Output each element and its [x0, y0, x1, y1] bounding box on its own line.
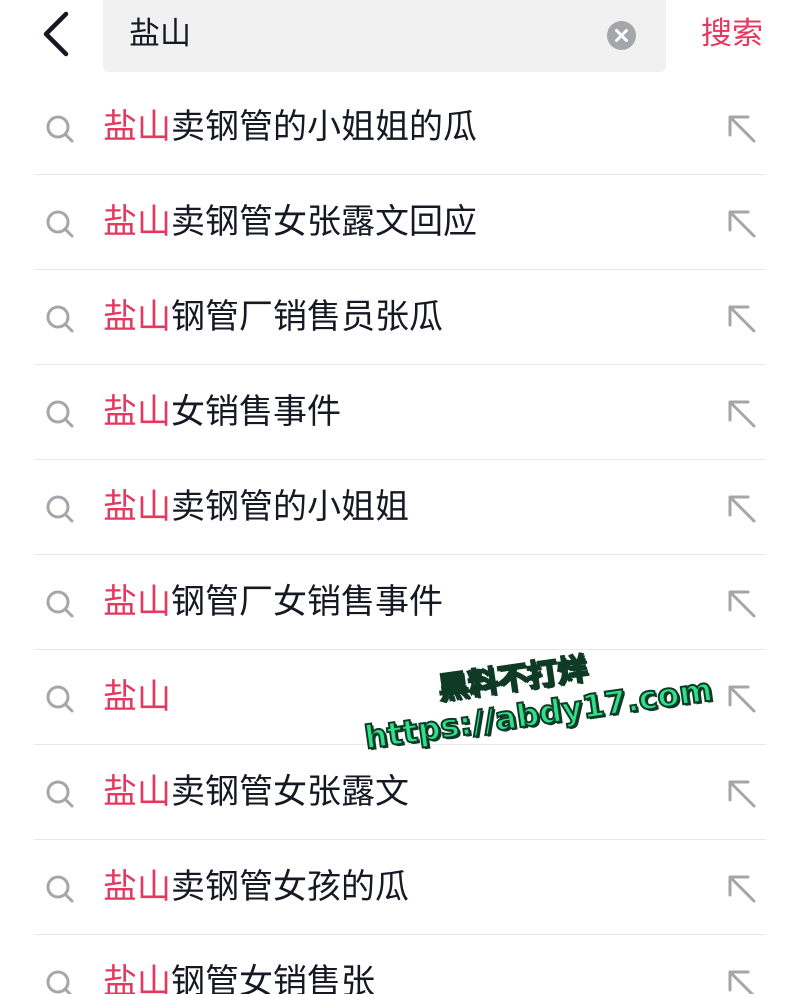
search-icon	[46, 305, 74, 333]
arrow-up-left-icon[interactable]	[722, 964, 762, 994]
chevron-left-icon	[43, 11, 69, 57]
arrow-up-left-icon[interactable]	[722, 204, 762, 244]
suggestion-rest: 卖钢管女张露文回应	[171, 202, 477, 242]
search-header: 搜索	[0, 0, 800, 80]
arrow-up-left-icon[interactable]	[722, 869, 762, 909]
arrow-up-left-icon[interactable]	[722, 394, 762, 434]
suggestion-rest: 钢管女销售张	[171, 962, 375, 994]
arrow-up-left-icon[interactable]	[722, 774, 762, 814]
search-icon	[46, 590, 74, 618]
search-icon	[46, 780, 74, 808]
suggestion-rest: 卖钢管的小姐姐	[171, 487, 409, 527]
clear-circle-icon	[615, 29, 628, 42]
suggestion-item[interactable]: 盐山卖钢管女张露文回应	[0, 175, 800, 270]
suggestion-rest: 钢管厂销售员张瓜	[171, 297, 443, 337]
search-box	[103, 0, 666, 72]
suggestion-rest: 卖钢管女张露文	[171, 772, 409, 812]
suggestion-rest: 钢管厂女销售事件	[171, 582, 443, 622]
suggestion-text: 盐山钢管厂销售员张瓜	[103, 294, 443, 340]
search-icon	[46, 495, 74, 523]
suggestion-rest: 卖钢管女孩的瓜	[171, 867, 409, 907]
arrow-up-left-icon[interactable]	[722, 109, 762, 149]
suggestion-highlight: 盐山	[103, 392, 171, 432]
suggestion-item[interactable]: 盐山钢管女销售张	[0, 935, 800, 994]
arrow-up-left-icon[interactable]	[722, 584, 762, 624]
suggestion-text: 盐山女销售事件	[103, 389, 341, 435]
suggestion-rest: 卖钢管的小姐姐的瓜	[171, 107, 477, 147]
suggestion-text: 盐山卖钢管女张露文	[103, 769, 409, 815]
suggestion-item[interactable]: 盐山钢管厂销售员张瓜	[0, 270, 800, 365]
suggestion-text: 盐山卖钢管的小姐姐	[103, 484, 409, 530]
search-icon	[46, 400, 74, 428]
suggestion-text: 盐山卖钢管女孩的瓜	[103, 864, 409, 910]
suggestion-list: 盐山卖钢管的小姐姐的瓜 盐山卖钢管女张露文回应 盐山钢管厂销售员张瓜 盐山女销售事件盐…	[0, 80, 800, 994]
search-icon	[46, 115, 74, 143]
suggestion-item[interactable]: 盐山钢管厂女销售事件	[0, 555, 800, 650]
suggestion-item[interactable]: 盐山卖钢管的小姐姐	[0, 460, 800, 555]
search-input[interactable]	[129, 14, 589, 54]
suggestion-highlight: 盐山	[103, 202, 171, 242]
back-button[interactable]	[30, 6, 86, 62]
arrow-up-left-icon[interactable]	[722, 489, 762, 529]
suggestion-text: 盐山	[103, 674, 171, 720]
suggestion-highlight: 盐山	[103, 487, 171, 527]
search-icon	[46, 970, 73, 994]
search-icon	[46, 210, 74, 238]
search-page: 搜索 盐山卖钢管的小姐姐的瓜盐山卖钢管女张露文回应盐山钢管厂销售员张瓜盐山女销售…	[0, 0, 800, 994]
suggestion-item[interactable]: 盐山卖钢管女张露文	[0, 745, 800, 840]
clear-button[interactable]	[607, 21, 636, 50]
suggestion-text: 盐山卖钢管女张露文回应	[103, 199, 477, 245]
suggestion-highlight: 盐山	[103, 962, 171, 994]
suggestion-item[interactable]: 盐山卖钢管的小姐姐的瓜	[0, 80, 800, 175]
suggestion-item[interactable]: 盐山卖钢管女孩的瓜	[0, 840, 800, 935]
search-button[interactable]: 搜索	[701, 14, 763, 54]
search-icon	[46, 685, 74, 713]
suggestion-highlight: 盐山	[103, 772, 171, 812]
suggestion-text: 盐山卖钢管的小姐姐的瓜	[103, 104, 477, 150]
suggestion-item[interactable]: 盐山	[0, 650, 800, 745]
suggestion-text: 盐山钢管厂女销售事件	[103, 579, 443, 625]
arrow-up-left-icon[interactable]	[722, 679, 762, 719]
search-icon	[46, 875, 74, 903]
suggestion-rest: 女销售事件	[171, 392, 341, 432]
arrow-up-left-icon[interactable]	[722, 299, 762, 339]
suggestion-highlight: 盐山	[103, 677, 171, 717]
suggestion-highlight: 盐山	[103, 297, 171, 337]
suggestion-highlight: 盐山	[103, 582, 171, 622]
suggestion-highlight: 盐山	[103, 867, 171, 907]
suggestion-text: 盐山钢管女销售张	[103, 959, 375, 994]
suggestion-highlight: 盐山	[103, 107, 171, 147]
suggestion-item[interactable]: 盐山女销售事件	[0, 365, 800, 460]
